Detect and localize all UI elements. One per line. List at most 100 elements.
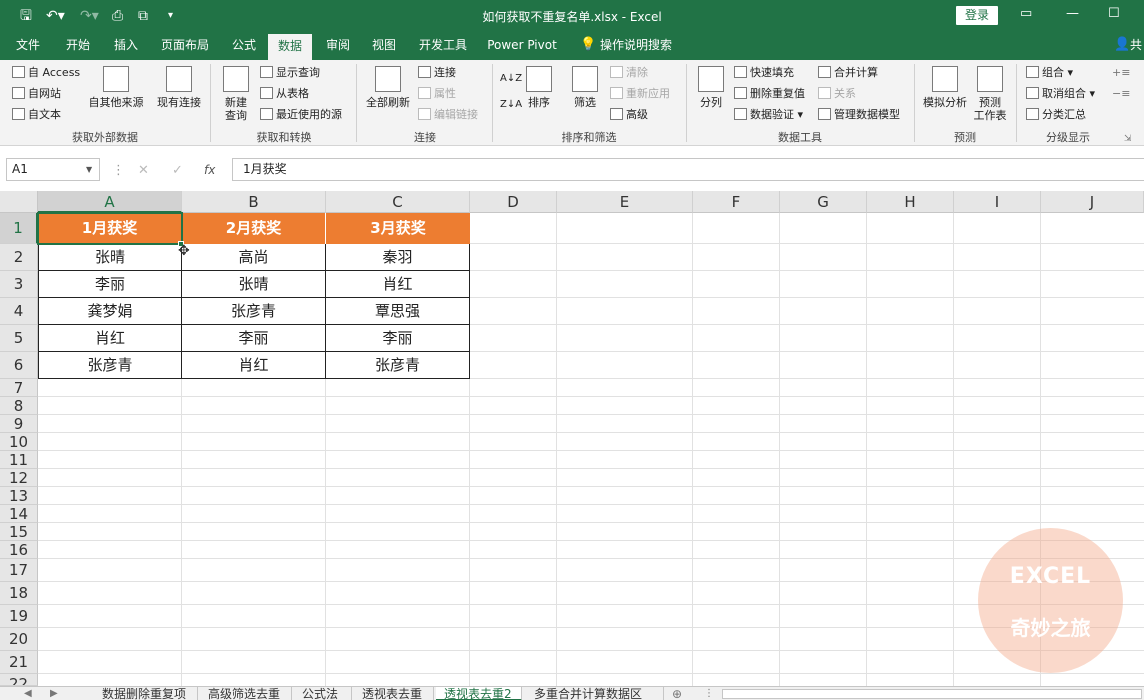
scroll-left-icon[interactable]: ◀	[24, 687, 32, 700]
from-table-button[interactable]: 从表格	[260, 87, 309, 101]
table-cell[interactable]: 肖红	[182, 352, 326, 379]
remove-duplicates-button[interactable]: 删除重复值	[734, 87, 805, 101]
text-to-columns-button[interactable]: 分列	[694, 66, 728, 109]
scroll-right-icon[interactable]: ▶	[50, 687, 58, 700]
worksheet-grid[interactable]: A B C D E F G H I J 1 2 3 4 5 6 7 8 9 10…	[0, 191, 1144, 686]
tab-page-layout[interactable]: 页面布局	[154, 32, 216, 60]
from-access-button[interactable]: 自 Access	[12, 66, 80, 80]
table-cell[interactable]: 肖红	[326, 271, 470, 298]
sort-asc-button[interactable]: A↓Z	[500, 72, 522, 86]
dialog-launcher-icon[interactable]: ⇲	[1124, 132, 1132, 146]
from-other-sources-button[interactable]: 自其他来源	[86, 66, 146, 109]
row-header[interactable]: 6	[0, 352, 38, 379]
column-header-g[interactable]: G	[780, 191, 867, 213]
properties-button[interactable]: 属性	[418, 87, 456, 101]
sort-desc-button[interactable]: Z↓A	[500, 98, 522, 112]
login-button[interactable]: 登录	[956, 6, 998, 25]
row-header[interactable]: 17	[0, 559, 38, 582]
row-header[interactable]: 16	[0, 541, 38, 559]
table-cell[interactable]: 张晴	[182, 271, 326, 298]
row-header[interactable]: 18	[0, 582, 38, 605]
column-header-j[interactable]: J	[1041, 191, 1144, 213]
edit-links-button[interactable]: 编辑链接	[418, 108, 478, 122]
row-header[interactable]: 14	[0, 505, 38, 523]
minimize-icon[interactable]: —	[1066, 6, 1079, 21]
column-header-c[interactable]: C	[326, 191, 470, 213]
table-cell[interactable]: 张彦青	[38, 352, 182, 379]
group-button[interactable]: 组合 ▾	[1026, 66, 1073, 80]
reapply-button[interactable]: 重新应用	[610, 87, 670, 101]
row-header[interactable]: 10	[0, 433, 38, 451]
sheet-tab-active[interactable]: 透视表去重2	[436, 687, 522, 700]
table-cell[interactable]: 李丽	[182, 325, 326, 352]
row-header[interactable]: 3	[0, 271, 38, 298]
table-cell[interactable]: 高尚	[182, 244, 326, 271]
what-if-analysis-button[interactable]: 模拟分析	[920, 66, 970, 109]
manage-data-model-button[interactable]: 管理数据模型	[818, 108, 900, 122]
row-header[interactable]: 2	[0, 244, 38, 271]
tell-me-search[interactable]: 操作说明搜索	[598, 32, 674, 60]
horizontal-scrollbar[interactable]	[722, 689, 1142, 699]
column-header-f[interactable]: F	[693, 191, 780, 213]
column-header-b[interactable]: B	[182, 191, 326, 213]
enter-icon[interactable]: ✓	[172, 163, 183, 178]
tab-view[interactable]: 视图	[362, 32, 406, 60]
row-header[interactable]: 5	[0, 325, 38, 352]
refresh-all-button[interactable]: 全部刷新	[362, 66, 414, 109]
sort-button[interactable]: 排序	[522, 66, 556, 109]
advanced-filter-button[interactable]: 高级	[610, 108, 648, 122]
connections-button[interactable]: 连接	[418, 66, 456, 80]
table-cell[interactable]: 张彦青	[326, 352, 470, 379]
row-header[interactable]: 21	[0, 651, 38, 674]
show-queries-button[interactable]: 显示查询	[260, 66, 320, 80]
tab-file[interactable]: 文件	[6, 32, 50, 60]
tab-data[interactable]: 数据	[268, 32, 312, 60]
clear-filter-button[interactable]: 清除	[610, 66, 648, 80]
select-all-corner[interactable]	[0, 191, 38, 213]
ribbon-display-icon[interactable]: ▭	[1020, 6, 1032, 21]
new-query-button[interactable]: 新建 查询	[216, 66, 256, 122]
column-header-h[interactable]: H	[867, 191, 954, 213]
column-header-d[interactable]: D	[470, 191, 557, 213]
relationships-button[interactable]: 关系	[818, 87, 856, 101]
table-cell[interactable]: 龚梦娟	[38, 298, 182, 325]
row-header[interactable]: 11	[0, 451, 38, 469]
column-header-a[interactable]: A	[38, 191, 182, 213]
sheet-tab[interactable]: 高级筛选去重	[200, 687, 292, 700]
cancel-icon[interactable]: ✕	[138, 163, 149, 178]
row-header[interactable]: 1	[0, 213, 38, 244]
forecast-sheet-button[interactable]: 预测 工作表	[972, 66, 1008, 122]
share-button[interactable]: 共	[1128, 32, 1144, 60]
sheet-tab[interactable]: 公式法	[294, 687, 352, 700]
ungroup-button[interactable]: 取消组合 ▾	[1026, 87, 1095, 101]
flash-fill-button[interactable]: 快速填充	[734, 66, 794, 80]
tab-formulas[interactable]: 公式	[222, 32, 266, 60]
recent-sources-button[interactable]: 最近使用的源	[260, 108, 342, 122]
subtotal-button[interactable]: 分类汇总	[1026, 108, 1086, 122]
from-web-button[interactable]: 自网站	[12, 87, 61, 101]
row-header[interactable]: 12	[0, 469, 38, 487]
row-header[interactable]: 13	[0, 487, 38, 505]
column-header-i[interactable]: I	[954, 191, 1041, 213]
sheet-tab[interactable]: 透视表去重	[354, 687, 434, 700]
table-header-cell[interactable]: 3月获奖	[326, 213, 470, 244]
existing-connections-button[interactable]: 现有连接	[152, 66, 206, 109]
hide-detail-icon[interactable]: −≡	[1112, 87, 1130, 101]
table-cell[interactable]: 覃思强	[326, 298, 470, 325]
row-header[interactable]: 19	[0, 605, 38, 628]
data-validation-button[interactable]: 数据验证 ▾	[734, 108, 803, 122]
show-detail-icon[interactable]: +≡	[1112, 66, 1130, 80]
row-header[interactable]: 8	[0, 397, 38, 415]
row-header[interactable]: 22	[0, 674, 38, 686]
formula-input[interactable]: 1月获奖	[232, 158, 1144, 181]
row-header[interactable]: 4	[0, 298, 38, 325]
table-cell[interactable]: 李丽	[326, 325, 470, 352]
filter-button[interactable]: 筛选	[568, 66, 602, 109]
sheet-tab[interactable]: 多重合并计算数据区	[526, 687, 664, 700]
tab-power-pivot[interactable]: Power Pivot	[484, 32, 560, 60]
row-header[interactable]: 9	[0, 415, 38, 433]
table-cell[interactable]: 肖红	[38, 325, 182, 352]
column-header-e[interactable]: E	[557, 191, 693, 213]
row-header[interactable]: 20	[0, 628, 38, 651]
chevron-down-icon[interactable]: ▼	[86, 165, 92, 174]
